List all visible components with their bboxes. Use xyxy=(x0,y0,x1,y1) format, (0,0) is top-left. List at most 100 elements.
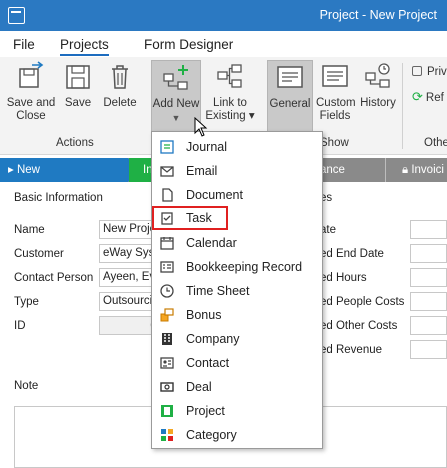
menu-item-label: Bonus xyxy=(186,308,222,322)
history-button[interactable]: History xyxy=(359,61,397,110)
step-new[interactable]: ▸ New xyxy=(0,158,138,182)
calendar-icon xyxy=(160,236,174,250)
document-icon xyxy=(160,188,174,202)
email-icon xyxy=(160,164,174,178)
group-label-show: Show xyxy=(320,137,349,149)
start-date-field[interactable] xyxy=(410,220,447,239)
menu-item-label: Deal xyxy=(186,380,212,394)
id-field: ( xyxy=(99,316,159,335)
save-label: Save xyxy=(64,97,92,109)
type-label: Type xyxy=(14,296,39,308)
step-invoicing[interactable]: 🔒︎ Invoici xyxy=(385,158,447,182)
menu-bar: File Projects Form Designer xyxy=(0,31,447,57)
company-icon xyxy=(160,332,174,346)
journal-icon xyxy=(160,140,174,154)
general-button[interactable]: General xyxy=(267,60,313,132)
tab-projects[interactable]: Projects xyxy=(60,37,109,56)
menu-item-label: Task xyxy=(186,211,212,225)
save-button[interactable]: Save xyxy=(62,61,94,110)
menu-item-contact[interactable]: Contact xyxy=(152,351,322,375)
customer-field[interactable]: eWay Sys xyxy=(99,244,159,263)
save-close-icon xyxy=(16,61,46,91)
title-bar: Project - New Project xyxy=(0,0,447,31)
general-label: General xyxy=(269,98,311,110)
estimated-people-costs-label: ed People Costs xyxy=(320,296,405,308)
clock-icon xyxy=(160,284,174,298)
menu-item-company[interactable]: Company xyxy=(152,327,322,351)
history-label: History xyxy=(360,97,396,109)
estimated-people-costs-field[interactable] xyxy=(410,292,447,311)
save-icon xyxy=(63,61,93,91)
menu-item-category[interactable]: Category xyxy=(152,423,322,447)
contact-person-field[interactable]: Ayeen, Ev xyxy=(99,268,159,287)
project-icon xyxy=(160,404,174,418)
app-icon xyxy=(8,7,25,24)
id-label: ID xyxy=(14,320,26,332)
menu-item-bookkeeping-record[interactable]: Bookkeeping Record xyxy=(152,255,322,279)
step-new-label: New xyxy=(16,164,40,176)
menu-item-document[interactable]: Document xyxy=(152,183,322,207)
task-icon xyxy=(160,211,174,225)
estimated-revenue-label: ed Revenue xyxy=(320,344,383,356)
custom-fields-icon xyxy=(320,61,350,91)
lock-icon xyxy=(412,66,422,76)
estimated-hours-label: ed Hours xyxy=(320,272,367,284)
bookkeeping-icon xyxy=(160,260,174,274)
menu-item-bonus[interactable]: Bonus xyxy=(152,303,322,327)
refresh-icon: ⟳ xyxy=(412,89,423,104)
menu-item-deal[interactable]: Deal xyxy=(152,375,322,399)
estimated-hours-field[interactable] xyxy=(410,268,447,287)
custom-label-1: Custom xyxy=(316,97,356,109)
estimated-end-date-label: ed End Date xyxy=(320,248,384,260)
tab-form-designer[interactable]: Form Designer xyxy=(144,37,233,52)
category-icon xyxy=(160,428,174,442)
custom-label-2: Fields xyxy=(319,110,351,122)
deal-icon xyxy=(160,380,174,394)
link-to-existing-button[interactable]: Link to Existing ▾ xyxy=(204,61,256,123)
menu-item-label: Bookkeeping Record xyxy=(186,260,303,274)
name-label: Name xyxy=(14,224,45,236)
contact-icon xyxy=(160,356,174,370)
menu-item-label: Journal xyxy=(186,140,227,154)
add-new-icon xyxy=(161,62,191,92)
menu-item-label: Company xyxy=(186,332,240,346)
group-label-other: Othe xyxy=(424,137,447,149)
estimated-end-date-field[interactable] xyxy=(410,244,447,263)
save-and-close-button[interactable]: Save and Close xyxy=(6,61,56,123)
menu-item-label: Time Sheet xyxy=(186,284,250,298)
menu-item-label: Calendar xyxy=(186,236,237,250)
menu-item-label: Contact xyxy=(186,356,230,370)
delete-button[interactable]: Delete xyxy=(102,61,138,110)
save-close-label-2: Close xyxy=(16,110,46,122)
link-label-2-text: Existing xyxy=(205,110,246,122)
menu-item-email[interactable]: Email xyxy=(152,159,322,183)
group-label-actions: Actions xyxy=(56,137,94,149)
window-title: Project - New Project xyxy=(319,8,437,22)
delete-label: Delete xyxy=(103,97,137,109)
menu-item-calendar[interactable]: Calendar xyxy=(152,231,322,255)
trash-icon xyxy=(105,61,135,91)
menu-item-journal[interactable]: Journal xyxy=(152,135,322,159)
name-field[interactable]: New Proje xyxy=(99,220,159,239)
step-invoice-label: Invoici xyxy=(411,164,444,176)
menu-item-task[interactable]: Task xyxy=(152,206,228,230)
chevron-right-icon: ▸ xyxy=(8,164,17,176)
add-new-label: Add New xyxy=(152,98,200,110)
menu-item-time-sheet[interactable]: Time Sheet xyxy=(152,279,322,303)
lock-icon: 🔒︎ xyxy=(402,164,412,176)
type-field[interactable]: Outsourcin xyxy=(99,292,159,311)
menu-item-label: Document xyxy=(186,188,243,202)
menu-item-label: Category xyxy=(186,428,237,442)
estimated-revenue-field[interactable] xyxy=(410,340,447,359)
privacy-button[interactable]: Priv xyxy=(412,66,447,78)
estimated-other-costs-field[interactable] xyxy=(410,316,447,335)
bonus-icon xyxy=(160,308,174,322)
contact-person-label: Contact Person xyxy=(14,272,94,284)
mouse-cursor-icon xyxy=(194,116,208,137)
menu-item-project[interactable]: Project xyxy=(152,399,322,423)
link-icon xyxy=(215,61,245,91)
refresh-label: Ref xyxy=(425,92,444,104)
refresh-button[interactable]: ⟳ Ref xyxy=(412,89,444,105)
tab-file[interactable]: File xyxy=(13,37,35,52)
custom-fields-button[interactable]: Custom Fields xyxy=(316,61,356,123)
